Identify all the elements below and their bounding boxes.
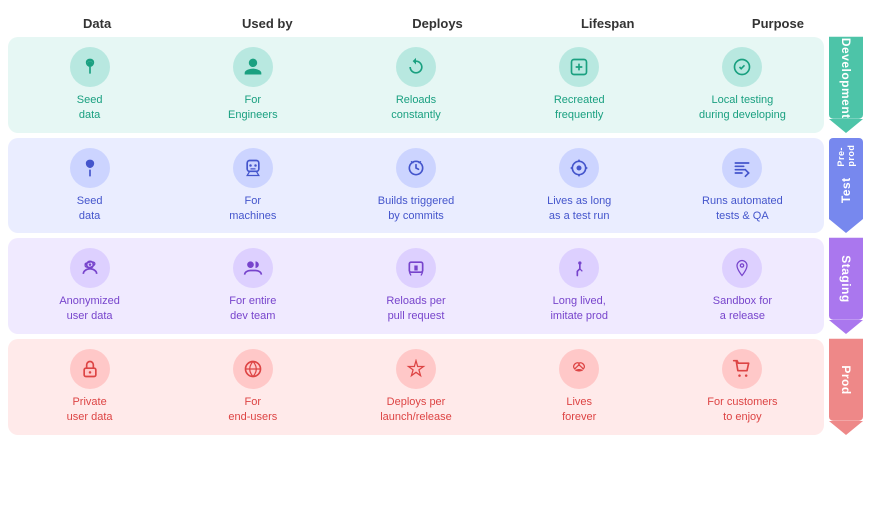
icon-development-1 [233, 47, 273, 87]
cell-label-prod-2: Deploys per launch/release [380, 395, 452, 425]
icon-prod-2 [396, 349, 436, 389]
icon-staging-2 [396, 248, 436, 288]
cell-label-development-1: For Engineers [228, 93, 278, 123]
env-tag-test: Pre-prodTest [829, 138, 863, 234]
icon-development-3 [559, 47, 599, 87]
icon-staging-0 [70, 248, 110, 288]
section-prod: Private user data For end-users Deploys pe… [8, 339, 863, 435]
cell-label-development-4: Local testing during developing [699, 93, 786, 123]
cell-development-3: Recreated frequently [498, 37, 661, 133]
env-tag-tip-staging [829, 320, 863, 334]
icon-test-0 [70, 148, 110, 188]
icon-prod-1 [233, 349, 273, 389]
cell-label-staging-1: For entire dev team [229, 294, 276, 324]
env-tag-tip-development [829, 119, 863, 133]
cell-test-4: Runs automated tests & QA [661, 138, 824, 234]
icon-prod-0 [70, 349, 110, 389]
cell-staging-4: Sandbox for a release [661, 238, 824, 334]
cell-staging-0: Anonymized user data [8, 238, 171, 334]
icon-staging-3 [559, 248, 599, 288]
section-test: Seed data For machines Builds triggered by… [8, 138, 863, 234]
icon-prod-4 [722, 349, 762, 389]
section-staging: Anonymized user data For entire dev team R… [8, 238, 863, 334]
env-tag-body-staging: Staging [829, 238, 863, 320]
icon-development-0 [70, 47, 110, 87]
cell-label-test-3: Lives as long as a test run [547, 194, 611, 224]
env-tag-body-prod: Prod [829, 339, 863, 421]
env-tag-development: Development [829, 37, 863, 133]
cell-label-test-2: Builds triggered by commits [378, 194, 454, 224]
cell-development-2: Reloads constantly [334, 37, 497, 133]
env-tag-prod: Prod [829, 339, 863, 435]
env-tag-tip-test [829, 219, 863, 233]
cell-test-3: Lives as long as a test run [498, 138, 661, 234]
cell-prod-4: For customers to enjoy [661, 339, 824, 435]
cell-label-prod-4: For customers to enjoy [707, 395, 777, 425]
cell-staging-3: Long lived, imitate prod [498, 238, 661, 334]
icon-test-1 [233, 148, 273, 188]
cell-label-test-0: Seed data [77, 194, 103, 224]
col-header-data: Data [12, 16, 182, 31]
cell-label-development-0: Seed data [77, 93, 103, 123]
env-tag-body-test: Pre-prodTest [829, 138, 863, 220]
cell-label-prod-0: Private user data [67, 395, 113, 425]
cell-label-development-2: Reloads constantly [391, 93, 441, 123]
col-header-usedby: Used by [182, 16, 352, 31]
cell-prod-3: Lives forever [498, 339, 661, 435]
cell-label-test-4: Runs automated tests & QA [702, 194, 783, 224]
section-development: Seed data For Engineers Reloads constantly… [8, 37, 863, 133]
icon-test-4 [722, 148, 762, 188]
cell-development-4: Local testing during developing [661, 37, 824, 133]
col-header-purpose: Purpose [693, 16, 863, 31]
cell-development-1: For Engineers [171, 37, 334, 133]
cell-label-prod-3: Lives forever [562, 395, 596, 425]
icon-staging-4 [722, 248, 762, 288]
col-header-lifespan: Lifespan [523, 16, 693, 31]
icon-staging-1 [233, 248, 273, 288]
cell-prod-2: Deploys per launch/release [334, 339, 497, 435]
cell-test-0: Seed data [8, 138, 171, 234]
icon-development-4 [722, 47, 762, 87]
cell-label-staging-3: Long lived, imitate prod [550, 294, 607, 324]
cell-prod-0: Private user data [8, 339, 171, 435]
cell-label-development-3: Recreated frequently [554, 93, 605, 123]
cell-label-test-1: For machines [229, 194, 276, 224]
main-container: Data Used by Deploys Lifespan Purpose Se… [0, 0, 871, 448]
cell-label-staging-0: Anonymized user data [59, 294, 120, 324]
cell-test-1: For machines [171, 138, 334, 234]
cell-staging-2: Reloads per pull request [334, 238, 497, 334]
icon-prod-3 [559, 349, 599, 389]
cell-label-staging-2: Reloads per pull request [386, 294, 445, 324]
env-tag-staging: Staging [829, 238, 863, 334]
cell-label-staging-4: Sandbox for a release [713, 294, 772, 324]
cell-test-2: Builds triggered by commits [334, 138, 497, 234]
cell-staging-1: For entire dev team [171, 238, 334, 334]
column-headers: Data Used by Deploys Lifespan Purpose [8, 16, 863, 31]
env-tag-tip-prod [829, 421, 863, 435]
cell-development-0: Seed data [8, 37, 171, 133]
cell-label-prod-1: For end-users [228, 395, 277, 425]
icon-test-3 [559, 148, 599, 188]
icon-test-2 [396, 148, 436, 188]
col-header-deploys: Deploys [352, 16, 522, 31]
env-tag-body-development: Development [829, 37, 863, 119]
icon-development-2 [396, 47, 436, 87]
cell-prod-1: For end-users [171, 339, 334, 435]
